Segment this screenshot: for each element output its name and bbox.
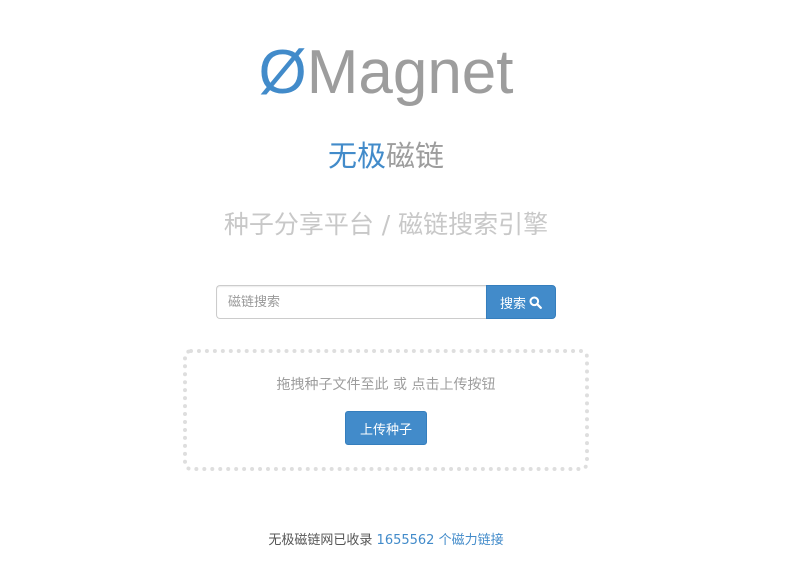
search-icon bbox=[529, 296, 542, 309]
search-button-label: 搜索 bbox=[499, 296, 526, 312]
logo-word: Magnet bbox=[306, 38, 514, 107]
tagline: 种子分享平台 / 磁链搜索引擎 bbox=[223, 210, 549, 239]
search-input[interactable] bbox=[216, 285, 486, 319]
site-name-rest: 磁链 bbox=[386, 139, 445, 173]
footer-prefix: 无极磁链网已收录 bbox=[268, 533, 373, 548]
torrent-dropzone[interactable]: 拖拽种子文件至此 或 点击上传按钮 上传种子 bbox=[183, 349, 589, 471]
site-name: 无极磁链 bbox=[0, 136, 772, 176]
footer-suffix: 个磁力链接 bbox=[438, 533, 504, 548]
logo-mark: Ø bbox=[258, 38, 307, 107]
site-name-accent: 无极 bbox=[327, 139, 386, 173]
search-button[interactable]: 搜索 bbox=[486, 285, 556, 319]
upload-torrent-button[interactable]: 上传种子 bbox=[345, 411, 427, 445]
magnet-count: 1655562 bbox=[376, 533, 435, 548]
logo: ØMagnet bbox=[0, 38, 772, 108]
dropzone-hint: 拖拽种子文件至此 或 点击上传按钮 bbox=[276, 377, 496, 393]
footer-stats: 无极磁链网已收录 1655562 个磁力链接 bbox=[0, 532, 772, 550]
search-form: 搜索 bbox=[216, 285, 556, 319]
page: ØMagnet 无极磁链 种子分享平台 / 磁链搜索引擎 搜索 拖拽种子文件至此… bbox=[0, 0, 800, 572]
